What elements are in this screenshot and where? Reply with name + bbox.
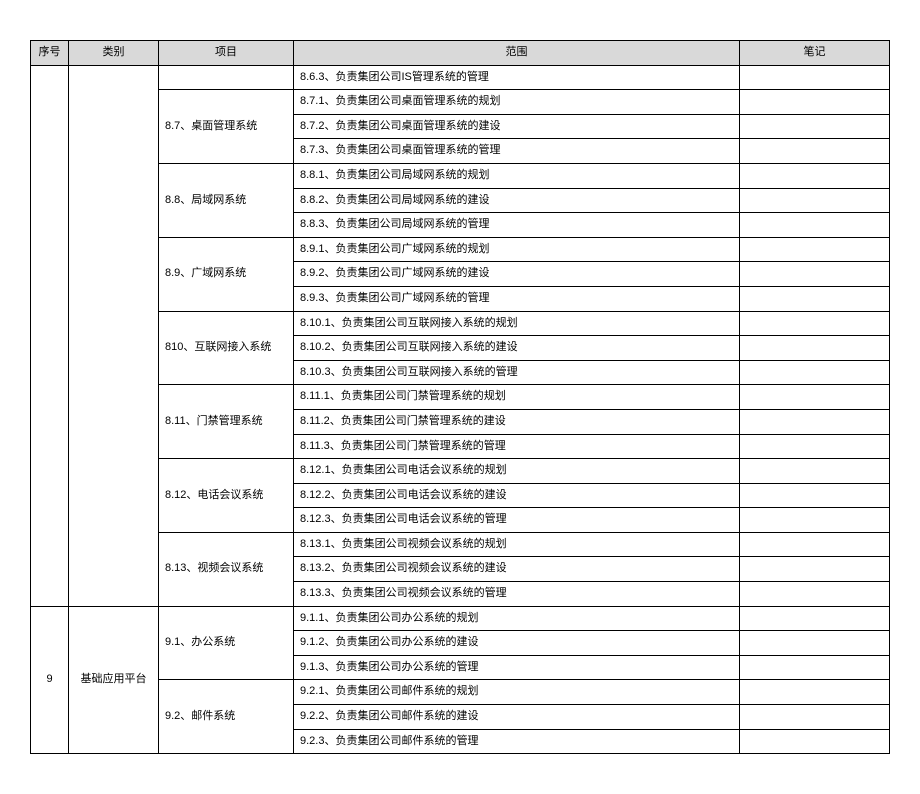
cell-scope: 8.11.3、负责集团公司门禁管理系统的管理 — [294, 434, 740, 459]
cell-proj: 9.2、邮件系统 — [159, 680, 294, 754]
cell-scope: 8.12.1、负责集团公司电话会议系统的规划 — [294, 459, 740, 484]
cell-note — [740, 114, 890, 139]
cell-scope: 8.8.2、负责集团公司局域网系统的建设 — [294, 188, 740, 213]
cell-cat: 基础应用平台 — [69, 606, 159, 754]
cell-note — [740, 582, 890, 607]
cell-proj: 8.12、电话会议系统 — [159, 459, 294, 533]
cell-scope: 8.6.3、负责集团公司IS管理系统的管理 — [294, 65, 740, 90]
cell-note — [740, 262, 890, 287]
table-row: 8.8、局域网系统 8.8.1、负责集团公司局域网系统的规划 — [31, 163, 890, 188]
cell-note — [740, 237, 890, 262]
cell-scope: 8.10.2、负责集团公司互联网接入系统的建设 — [294, 336, 740, 361]
cell-proj: 8.9、广域网系统 — [159, 237, 294, 311]
cell-cat — [69, 65, 159, 606]
cell-scope: 9.2.1、负责集团公司邮件系统的规划 — [294, 680, 740, 705]
cell-proj: 8.8、局域网系统 — [159, 163, 294, 237]
cell-proj: 8.7、桌面管理系统 — [159, 90, 294, 164]
cell-proj — [159, 65, 294, 90]
cell-scope: 8.13.1、负责集团公司视频会议系统的规划 — [294, 532, 740, 557]
cell-scope: 8.12.2、负责集团公司电话会议系统的建设 — [294, 483, 740, 508]
cell-note — [740, 139, 890, 164]
cell-note — [740, 508, 890, 533]
cell-note — [740, 459, 890, 484]
cell-proj: 9.1、办公系统 — [159, 606, 294, 680]
table-row: 8.7、桌面管理系统 8.7.1、负责集团公司桌面管理系统的规划 — [31, 90, 890, 115]
cell-scope: 8.11.1、负责集团公司门禁管理系统的规划 — [294, 385, 740, 410]
cell-proj: 8.11、门禁管理系统 — [159, 385, 294, 459]
cell-scope: 8.7.1、负责集团公司桌面管理系统的规划 — [294, 90, 740, 115]
cell-scope: 8.7.2、负责集团公司桌面管理系统的建设 — [294, 114, 740, 139]
cell-note — [740, 286, 890, 311]
cell-scope: 9.2.3、负责集团公司邮件系统的管理 — [294, 729, 740, 754]
cell-note — [740, 409, 890, 434]
cell-scope: 8.11.2、负责集团公司门禁管理系统的建设 — [294, 409, 740, 434]
spec-table: 序号 类别 项目 范围 笔记 8.6.3、负责集团公司IS管理系统的管理 8.7… — [30, 40, 890, 754]
cell-scope: 9.1.2、负责集团公司办公系统的建设 — [294, 631, 740, 656]
cell-note — [740, 434, 890, 459]
cell-scope: 8.8.1、负责集团公司局域网系统的规划 — [294, 163, 740, 188]
cell-note — [740, 188, 890, 213]
cell-note — [740, 311, 890, 336]
cell-scope: 8.13.3、负责集团公司视频会议系统的管理 — [294, 582, 740, 607]
cell-note — [740, 680, 890, 705]
cell-scope: 9.1.1、负责集团公司办公系统的规划 — [294, 606, 740, 631]
header-proj: 项目 — [159, 41, 294, 66]
cell-scope: 8.9.2、负责集团公司广域网系统的建设 — [294, 262, 740, 287]
cell-note — [740, 336, 890, 361]
header-cat: 类别 — [69, 41, 159, 66]
cell-note — [740, 729, 890, 754]
cell-scope: 8.10.1、负责集团公司互联网接入系统的规划 — [294, 311, 740, 336]
table-row: 9.2、邮件系统 9.2.1、负责集团公司邮件系统的规划 — [31, 680, 890, 705]
table-row: 8.13、视频会议系统 8.13.1、负责集团公司视频会议系统的规划 — [31, 532, 890, 557]
cell-scope: 9.2.2、负责集团公司邮件系统的建设 — [294, 705, 740, 730]
cell-note — [740, 163, 890, 188]
cell-note — [740, 360, 890, 385]
table-row: 8.12、电话会议系统 8.12.1、负责集团公司电话会议系统的规划 — [31, 459, 890, 484]
cell-note — [740, 606, 890, 631]
cell-note — [740, 385, 890, 410]
table-row: 8.11、门禁管理系统 8.11.1、负责集团公司门禁管理系统的规划 — [31, 385, 890, 410]
cell-scope: 8.10.3、负责集团公司互联网接入系统的管理 — [294, 360, 740, 385]
table-header-row: 序号 类别 项目 范围 笔记 — [31, 41, 890, 66]
cell-note — [740, 213, 890, 238]
cell-note — [740, 532, 890, 557]
cell-seq: 9 — [31, 606, 69, 754]
cell-proj: 810、互联网接入系统 — [159, 311, 294, 385]
cell-scope: 8.9.3、负责集团公司广域网系统的管理 — [294, 286, 740, 311]
header-scope: 范围 — [294, 41, 740, 66]
table-row: 810、互联网接入系统 8.10.1、负责集团公司互联网接入系统的规划 — [31, 311, 890, 336]
cell-scope: 8.13.2、负责集团公司视频会议系统的建设 — [294, 557, 740, 582]
cell-scope: 8.12.3、负责集团公司电话会议系统的管理 — [294, 508, 740, 533]
cell-note — [740, 557, 890, 582]
cell-note — [740, 655, 890, 680]
cell-note — [740, 631, 890, 656]
cell-scope: 8.9.1、负责集团公司广域网系统的规划 — [294, 237, 740, 262]
cell-note — [740, 483, 890, 508]
cell-note — [740, 65, 890, 90]
table-row: 9 基础应用平台 9.1、办公系统 9.1.1、负责集团公司办公系统的规划 — [31, 606, 890, 631]
cell-proj: 8.13、视频会议系统 — [159, 532, 294, 606]
cell-seq — [31, 65, 69, 606]
cell-scope: 9.1.3、负责集团公司办公系统的管理 — [294, 655, 740, 680]
header-seq: 序号 — [31, 41, 69, 66]
cell-scope: 8.8.3、负责集团公司局域网系统的管理 — [294, 213, 740, 238]
table-row: 8.6.3、负责集团公司IS管理系统的管理 — [31, 65, 890, 90]
cell-note — [740, 705, 890, 730]
header-note: 笔记 — [740, 41, 890, 66]
cell-scope: 8.7.3、负责集团公司桌面管理系统的管理 — [294, 139, 740, 164]
cell-note — [740, 90, 890, 115]
table-row: 8.9、广域网系统 8.9.1、负责集团公司广域网系统的规划 — [31, 237, 890, 262]
